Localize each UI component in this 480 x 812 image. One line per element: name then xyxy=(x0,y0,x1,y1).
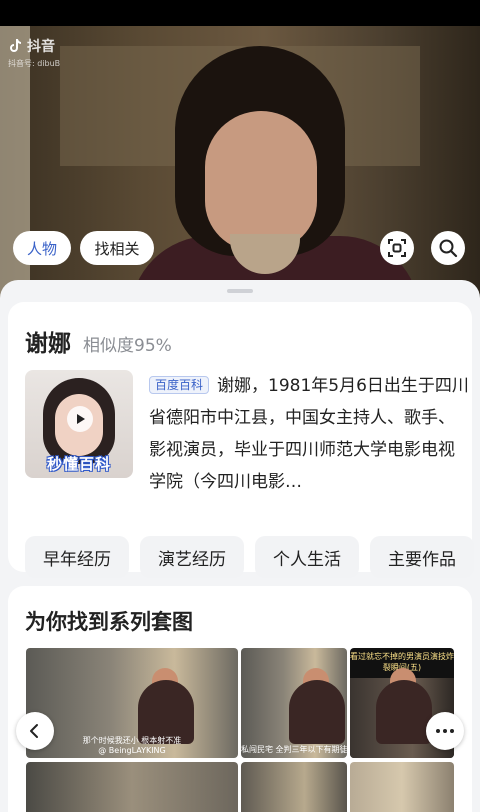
result-sheet: 谢娜 相似度95% 秒懂百科 百度百科 谢娜，1981年5月6日出生于四川省德阳市… xyxy=(0,280,480,812)
douyin-logo-icon xyxy=(10,38,22,52)
chevron-left-icon xyxy=(30,724,38,738)
series-image-1-caption: 那个时候我还小 根本射不准 xyxy=(82,736,182,745)
scan-button[interactable] xyxy=(380,231,414,265)
thumbnail-brand: 秒懂百科 xyxy=(46,455,111,473)
back-button[interactable] xyxy=(16,712,54,750)
series-image-2-caption: 私闯民宅 全判三年以下有期徒刑 xyxy=(241,745,347,754)
person-card[interactable]: 谢娜 相似度95% 秒懂百科 百度百科 谢娜，1981年5月6日出生于四川省德阳市… xyxy=(8,302,474,578)
series-image-5[interactable] xyxy=(241,762,347,812)
series-image-4[interactable] xyxy=(26,762,238,812)
watermark-logo-text: 抖音 xyxy=(27,39,55,55)
series-image-2[interactable]: 私闯民宅 全判三年以下有期徒刑 xyxy=(241,648,347,758)
sheet-drag-handle[interactable] xyxy=(227,289,253,293)
tab-early-life-label: 早年经历 xyxy=(43,549,111,570)
series-title: 为你找到系列套图 xyxy=(25,610,193,634)
chip-find-related-label: 找相关 xyxy=(94,239,140,258)
source-tag: 百度百科 xyxy=(149,376,210,394)
more-dots-icon xyxy=(436,729,440,733)
tab-works-label: 主要作品 xyxy=(388,549,456,570)
more-button[interactable] xyxy=(426,712,464,750)
search-button[interactable] xyxy=(431,231,465,265)
chip-find-related[interactable]: 找相关 xyxy=(80,231,154,265)
watermark-account: 抖音号: dibuB xyxy=(8,59,61,68)
person-name: 谢娜 xyxy=(25,331,71,357)
status-bar xyxy=(0,0,480,26)
person-description-block[interactable]: 百度百科 谢娜，1981年5月6日出生于四川省德阳市中江县，中国女主持人、歌手、影… xyxy=(149,370,471,498)
play-icon xyxy=(67,406,93,432)
tab-works[interactable]: 主要作品 xyxy=(370,536,474,578)
series-image-1[interactable]: 那个时候我还小 根本射不准 @ BeingLAYKING xyxy=(26,648,238,758)
similarity-score: 相似度95% xyxy=(83,336,172,356)
series-card: 为你找到系列套图 那个时候我还小 根本射不准 @ BeingLAYKING 私闯… xyxy=(8,586,472,812)
tab-career[interactable]: 演艺经历 xyxy=(140,536,244,578)
search-icon xyxy=(439,239,458,258)
tab-early-life[interactable]: 早年经历 xyxy=(25,536,129,578)
series-image-6[interactable] xyxy=(350,762,454,812)
tab-personal-life[interactable]: 个人生活 xyxy=(255,536,359,578)
tab-career-label: 演艺经历 xyxy=(158,549,226,570)
series-image-1-subcaption: @ BeingLAYKING xyxy=(98,746,166,755)
douyin-watermark: 抖音 抖音号: dibuB xyxy=(8,36,60,69)
scan-icon xyxy=(388,239,406,257)
tab-personal-life-label: 个人生活 xyxy=(273,549,341,570)
baike-video-thumbnail[interactable]: 秒懂百科 xyxy=(25,370,133,478)
chip-person[interactable]: 人物 xyxy=(13,231,71,265)
chip-person-label: 人物 xyxy=(26,239,57,258)
